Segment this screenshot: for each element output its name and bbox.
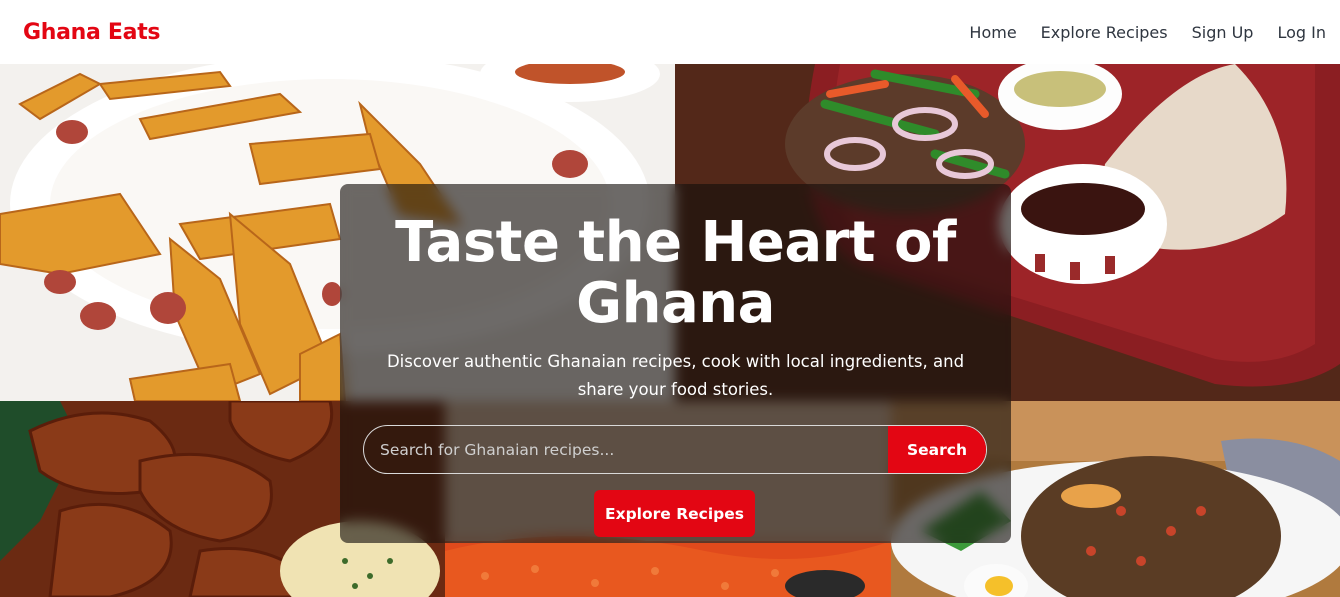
explore-recipes-button[interactable]: Explore Recipes	[594, 490, 755, 537]
search-button[interactable]: Search	[888, 426, 986, 473]
nav-link-sign-up[interactable]: Sign Up	[1192, 23, 1254, 42]
nav-link-home[interactable]: Home	[969, 23, 1016, 42]
search-bar: Search	[363, 425, 987, 474]
hero-subtitle: Discover authentic Ghanaian recipes, coo…	[386, 352, 965, 399]
hero-section: Taste the Heart of Ghana Discover authen…	[0, 64, 1340, 597]
brand-logo[interactable]: Ghana Eats	[23, 20, 161, 45]
search-input[interactable]	[364, 426, 888, 473]
nav-link-explore-recipes[interactable]: Explore Recipes	[1041, 23, 1168, 42]
navbar: Ghana Eats Home Explore Recipes Sign Up …	[0, 0, 1340, 64]
nav-links: Home Explore Recipes Sign Up Log In	[969, 23, 1326, 42]
hero-title: Taste the Heart of Ghana	[395, 210, 956, 336]
hero-overlay-card: Taste the Heart of Ghana Discover authen…	[340, 184, 1011, 543]
nav-link-log-in[interactable]: Log In	[1277, 23, 1326, 42]
